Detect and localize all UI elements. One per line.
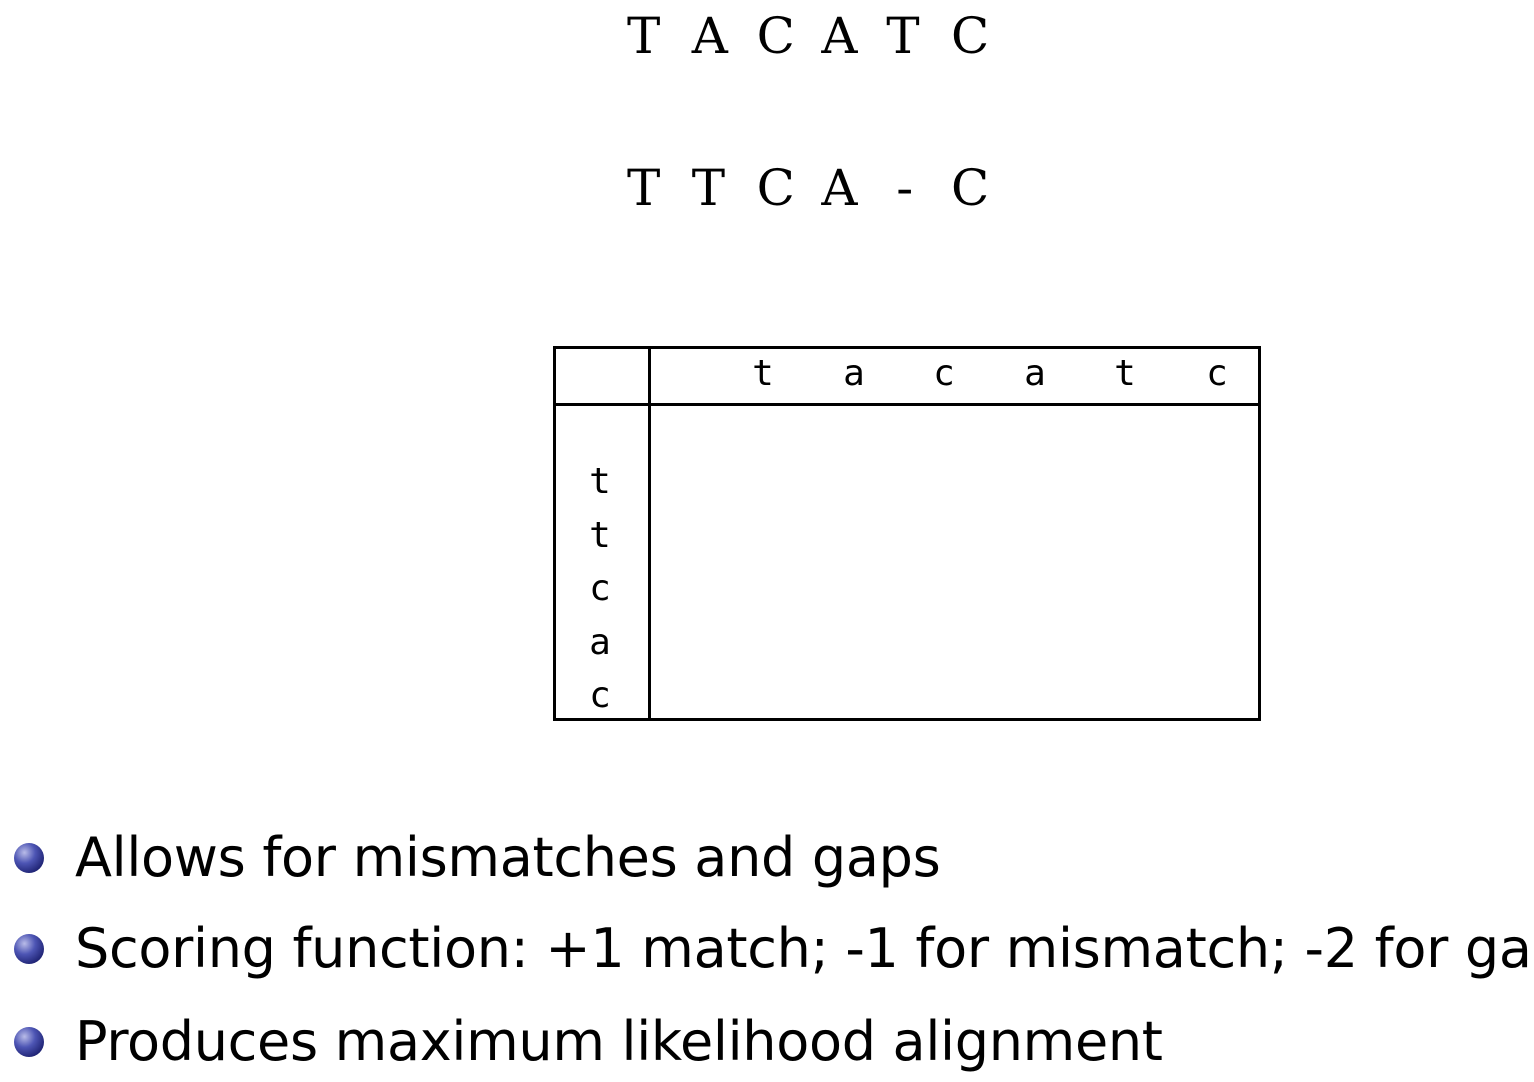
sequence-char: T <box>886 7 920 65</box>
row-label: c <box>589 568 611 609</box>
row-label: c <box>589 675 611 716</box>
bottom-sequence: T T C A - C <box>627 158 1016 218</box>
bullet-text: Allows for mismatches and gaps <box>75 826 941 889</box>
bullet-icon <box>14 843 44 873</box>
column-label: a <box>843 353 865 394</box>
column-label: a <box>1024 353 1046 394</box>
column-label: t <box>752 353 774 394</box>
sequence-char: A <box>691 7 728 65</box>
column-label: c <box>933 353 955 394</box>
sequence-char: T <box>627 159 661 217</box>
bullet-item: Scoring function: +1 match; -1 for misma… <box>0 909 1534 989</box>
sequence-char: T <box>691 159 726 217</box>
sequence-char: C <box>756 7 795 65</box>
gap-char: - <box>896 159 914 217</box>
row-label: t <box>589 461 611 502</box>
sequence-char: A <box>821 159 858 217</box>
sequence-char: T <box>627 7 661 65</box>
bullet-item: Allows for mismatches and gaps <box>0 818 1534 898</box>
sequence-char: A <box>821 7 858 65</box>
sequence-char: C <box>950 7 990 65</box>
top-sequence: T A C A T C <box>627 6 1016 66</box>
matrix-divider-horizontal <box>556 403 1258 406</box>
bullet-item: Produces maximum likelihood alignment <box>0 1002 1534 1082</box>
sequence-char: C <box>756 159 795 217</box>
bullet-icon <box>14 1027 44 1057</box>
row-label: t <box>589 515 611 556</box>
column-label: t <box>1114 353 1136 394</box>
alignment-matrix: t a c a t c t t c a c <box>553 346 1261 721</box>
row-label: a <box>589 622 611 663</box>
column-label: c <box>1206 353 1228 394</box>
sequence-char: C <box>950 159 990 217</box>
bullet-text: Produces maximum likelihood alignment <box>75 1010 1163 1073</box>
bullet-icon <box>14 934 44 964</box>
bullet-text: Scoring function: +1 match; -1 for misma… <box>75 917 1534 980</box>
